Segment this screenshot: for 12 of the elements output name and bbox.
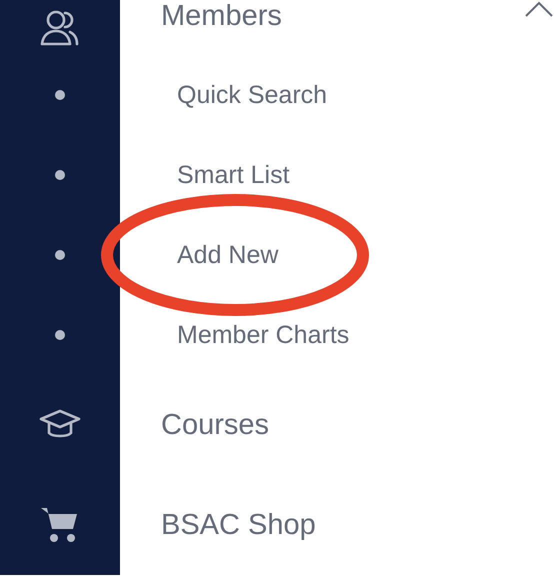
- menu-item[interactable]: Members: [161, 0, 282, 33]
- chevron-icon[interactable]: [524, 0, 554, 18]
- menu-item[interactable]: BSAC Shop: [161, 508, 316, 542]
- submenu-item[interactable]: Quick Search: [177, 80, 328, 110]
- bullet-icon: [55, 330, 65, 340]
- bullet-icon: [55, 250, 65, 260]
- submenu-item[interactable]: Member Charts: [177, 320, 350, 350]
- bullet-icon: [55, 170, 65, 180]
- menu-item[interactable]: Courses: [161, 408, 269, 442]
- bullet-icon: [55, 90, 65, 100]
- submenu-item[interactable]: Add New: [177, 240, 278, 270]
- submenu-item[interactable]: Smart List: [177, 160, 290, 190]
